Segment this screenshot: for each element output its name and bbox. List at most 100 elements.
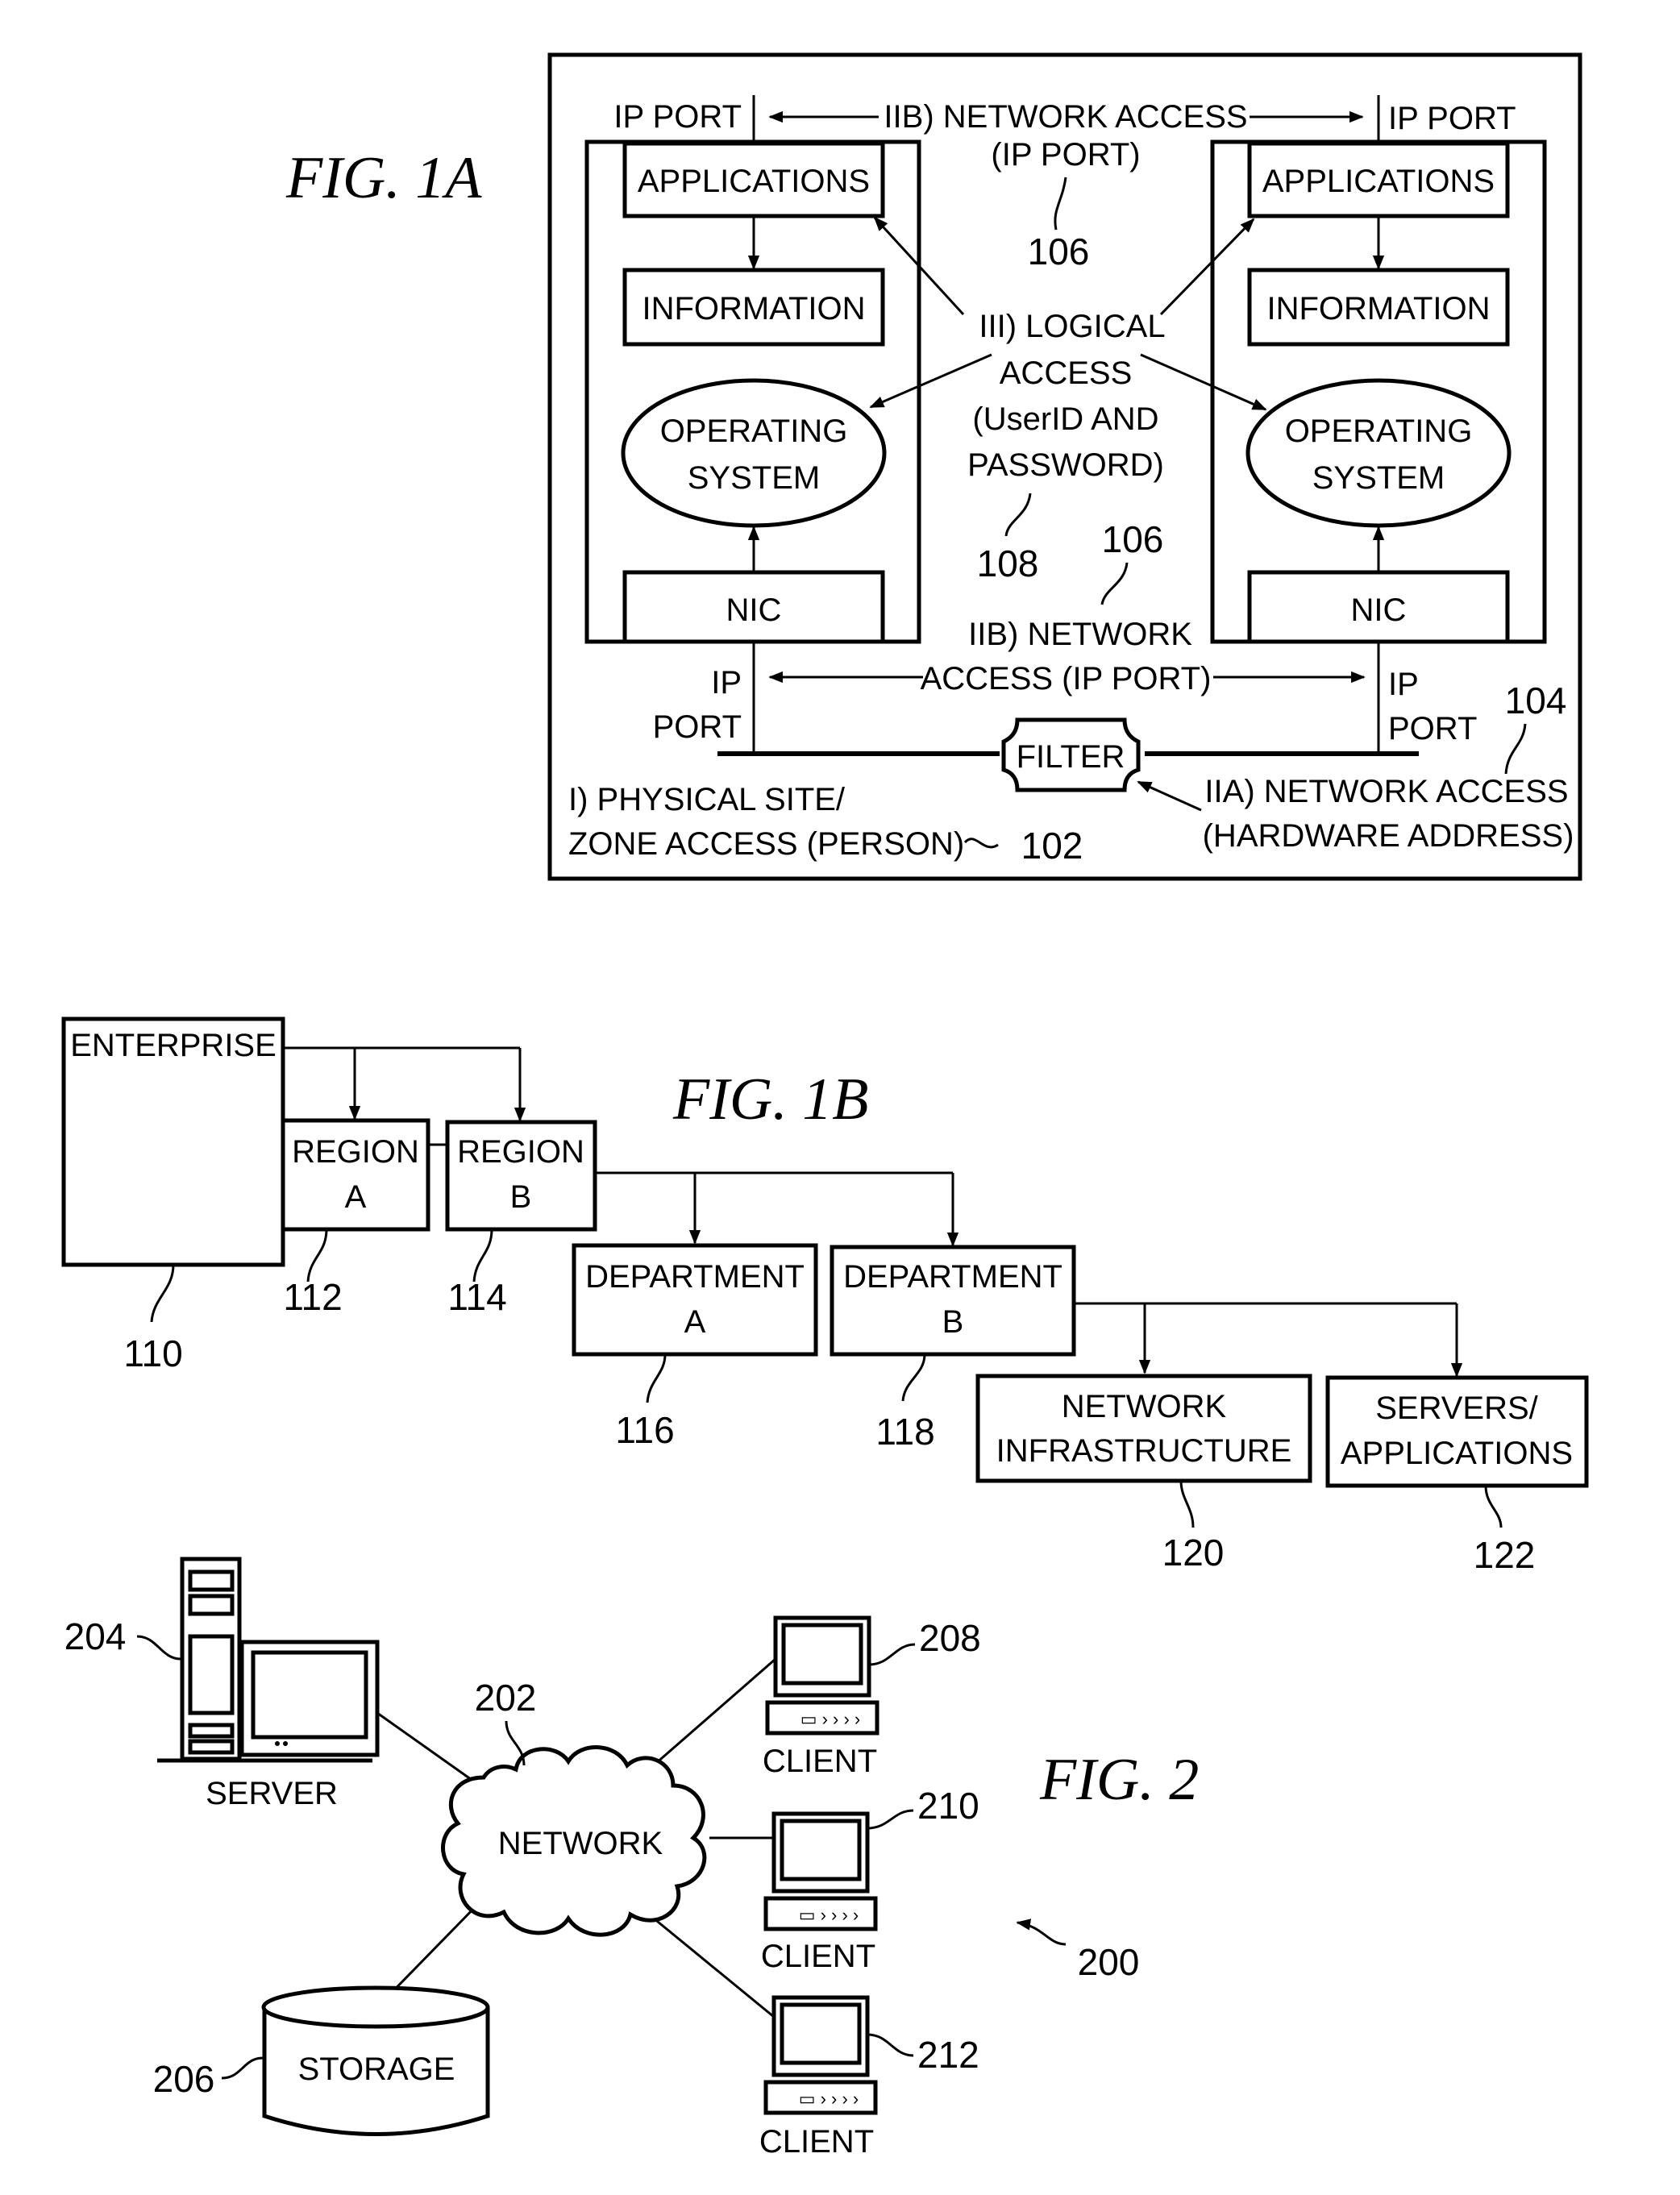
- logical-access-line-2: ACCESS: [1000, 355, 1133, 391]
- region-b-label-2: B: [510, 1179, 532, 1215]
- client-screen: [781, 1623, 863, 1686]
- ref-122: 122: [1474, 1534, 1536, 1576]
- fig-1a-title: FIG. 1A: [285, 145, 482, 211]
- storage-icon: STORAGE 206: [153, 1985, 490, 2136]
- left-bottom-port-label-1: IP: [711, 665, 742, 700]
- region-a-label-1: REGION: [292, 1134, 419, 1170]
- server-network-link: [376, 1711, 475, 1783]
- department-b-label-2: B: [942, 1304, 964, 1340]
- department-a-label-1: DEPARTMENT: [585, 1259, 805, 1295]
- left-applications-label: APPLICATIONS: [638, 164, 870, 199]
- enterprise-label: ENTERPRISE: [70, 1028, 277, 1063]
- network-client-212-link: [648, 1913, 775, 2018]
- fig-2: FIG. 2 NETWORK 202 204 SERVER STORAGE 20…: [64, 1557, 1199, 2160]
- fig-1b-title: FIG. 1B: [672, 1066, 869, 1133]
- logical-access-line-3: (UserID AND: [972, 401, 1158, 437]
- right-applications-label: APPLICATIONS: [1262, 164, 1495, 199]
- ref-120-leader: [1179, 1480, 1195, 1528]
- storage-cylinder-top: [261, 1985, 490, 2029]
- ref-118: 118: [875, 1411, 934, 1453]
- right-information-label: INFORMATION: [1266, 291, 1490, 326]
- top-ref-106: 106: [1028, 231, 1090, 272]
- server-screen: [251, 1650, 368, 1740]
- ref-120: 120: [1162, 1532, 1225, 1573]
- ref-112: 112: [283, 1276, 342, 1318]
- logical-access-line-1: III) LOGICAL: [979, 309, 1165, 344]
- ref-212-leader: [867, 2033, 914, 2057]
- client-212-label: CLIENT: [759, 2124, 874, 2160]
- client-screen: [780, 2002, 862, 2065]
- ref-118-leader: [901, 1353, 926, 1402]
- bottom-ref-106: 106: [1102, 518, 1164, 560]
- ref-208: 208: [919, 1617, 981, 1659]
- server-label: SERVER: [206, 1776, 338, 1811]
- client-208: ▭ › › › › 208 CLIENT: [763, 1615, 981, 1779]
- ref-210-leader: [867, 1809, 914, 1830]
- fig-1a: FIG. 1A APPLICATIONS INFORMATION OPERATI…: [285, 52, 1582, 881]
- physical-access-sublabel: ZONE ACCESS (PERSON): [568, 826, 964, 862]
- ref-200-arrow: [1016, 1919, 1067, 1946]
- hardware-access-sublabel: (HARDWARE ADDRESS): [1203, 818, 1574, 854]
- department-b-label-1: DEPARTMENT: [843, 1259, 1062, 1295]
- client-keyboard-keys: ▭ › › › ›: [799, 2089, 859, 2109]
- bottom-network-access-sublabel: ACCESS (IP PORT): [921, 661, 1212, 696]
- left-os-ellipse: [621, 378, 887, 528]
- ref-110-leader: [150, 1264, 175, 1323]
- patent-drawing-sheet: FIG. 1A APPLICATIONS INFORMATION OPERATI…: [61, 52, 1589, 2160]
- region-b-label-1: REGION: [457, 1134, 584, 1170]
- server-drive-bay: [188, 1569, 235, 1592]
- client-210: ▭ › › › › 210 CLIENT: [761, 1785, 979, 1974]
- servers-applications-label-1: SERVERS/: [1375, 1391, 1538, 1426]
- ref-104: 104: [1505, 680, 1567, 721]
- ref-204-leader: [136, 1635, 181, 1661]
- right-bottom-port-label-1: IP: [1388, 667, 1419, 702]
- right-os-ellipse: [1245, 378, 1512, 528]
- storage-label: STORAGE: [298, 2052, 455, 2087]
- client-keyboard-keys: ▭ › › › ›: [799, 1905, 859, 1925]
- left-top-port-label: IP PORT: [613, 99, 742, 135]
- right-nic-label: NIC: [1351, 592, 1407, 628]
- network-infrastructure-label-1: NETWORK: [1062, 1389, 1227, 1424]
- top-network-access-sublabel: (IP PORT): [991, 137, 1140, 173]
- fig-1b: FIG. 1B ENTERPRISE 110 REGION A 112 REGI…: [61, 1016, 1589, 1576]
- ref-112-leader: [306, 1228, 328, 1282]
- right-os-label-2: SYSTEM: [1312, 460, 1445, 496]
- physical-access-label: I) PHYSICAL SITE/: [568, 782, 846, 817]
- ref-110: 110: [123, 1332, 182, 1374]
- left-information-label: INFORMATION: [642, 291, 865, 326]
- network-infrastructure-label-2: INFRASTRUCTURE: [996, 1433, 1292, 1469]
- left-bottom-port-label-2: PORT: [653, 709, 742, 745]
- ref-114: 114: [447, 1276, 506, 1318]
- right-top-port-label: IP PORT: [1388, 101, 1516, 136]
- right-bottom-port-label-2: PORT: [1388, 711, 1477, 746]
- ref-202: 202: [475, 1677, 537, 1719]
- server-drive-bay: [188, 1594, 235, 1616]
- bottom-network-access-label: IIB) NETWORK: [968, 617, 1192, 652]
- servers-applications-label-2: APPLICATIONS: [1341, 1436, 1573, 1471]
- ref-206: 206: [153, 2058, 215, 2100]
- network-label: NETWORK: [498, 1826, 663, 1861]
- server-icon: 204 SERVER: [64, 1557, 380, 1811]
- server-monitor-button: [275, 1741, 280, 1746]
- ref-122-leader: [1484, 1485, 1503, 1528]
- left-os-label-2: SYSTEM: [688, 460, 820, 496]
- ref-102: 102: [1021, 825, 1083, 867]
- server-slot: [188, 1723, 235, 1739]
- left-nic-label: NIC: [726, 592, 782, 628]
- ref-208-leader: [868, 1643, 916, 1666]
- filter-label: FILTER: [1017, 739, 1125, 775]
- right-os-label-1: OPERATING: [1285, 414, 1473, 449]
- ref-210: 210: [917, 1785, 979, 1827]
- ref-200: 200: [1078, 1941, 1140, 1983]
- department-a-label-2: A: [684, 1304, 706, 1340]
- hardware-access-label: IIA) NETWORK ACCESS: [1204, 774, 1568, 809]
- server-panel: [188, 1634, 235, 1715]
- fig-2-title: FIG. 2: [1039, 1747, 1199, 1813]
- server-monitor-button: [283, 1741, 288, 1746]
- client-212: ▭ › › › › 212 CLIENT: [759, 1995, 979, 2160]
- ref-116-leader: [646, 1353, 667, 1403]
- client-screen: [780, 1819, 862, 1881]
- ref-212: 212: [917, 2034, 979, 2076]
- ref-204: 204: [64, 1615, 127, 1657]
- top-network-access-label: IIB) NETWORK ACCESS: [884, 99, 1247, 135]
